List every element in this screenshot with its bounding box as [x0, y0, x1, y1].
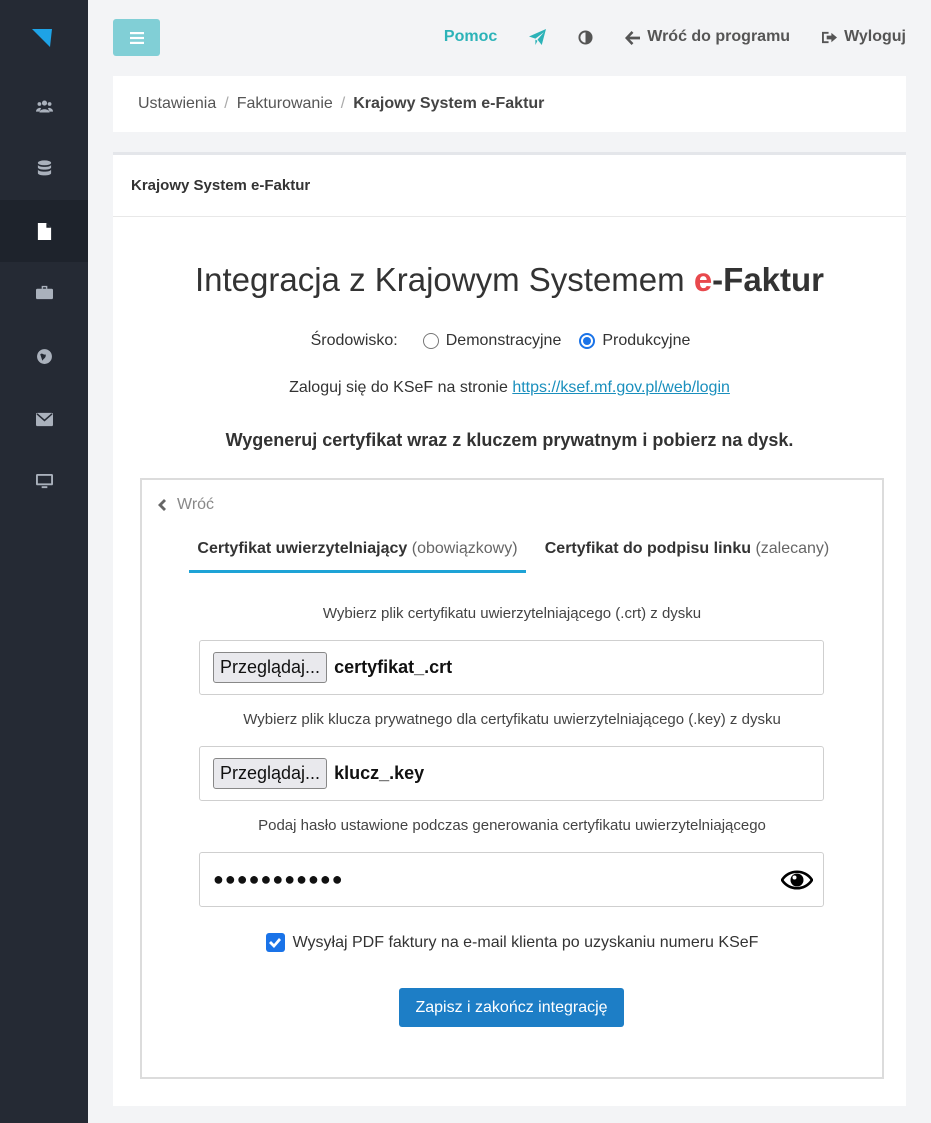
- logout-link[interactable]: Wyloguj: [822, 28, 906, 46]
- cert-file-label: Wybierz plik certyfikatu uwierzytelniają…: [322, 605, 702, 622]
- arrow-left-icon: [625, 30, 641, 45]
- password-value: ●●●●●●●●●●●: [213, 869, 344, 889]
- login-text: Zaloguj się do KSeF na stronie: [289, 379, 513, 396]
- generate-instructions: Wygeneruj certyfikat wraz z kluczem pryw…: [225, 430, 794, 450]
- sidebar-item-globe[interactable]: [0, 325, 88, 387]
- sidebar-item-users[interactable]: [0, 75, 88, 137]
- title-prefix: Integracja z Krajowym Systemem: [194, 261, 694, 298]
- sign-out-icon: [822, 31, 838, 43]
- contrast-icon: [578, 29, 593, 45]
- menu-toggle-button[interactable]: [113, 19, 160, 56]
- help-link[interactable]: Pomoc: [444, 28, 497, 46]
- title-suffix: -Faktur: [712, 261, 825, 298]
- wizard-back-link[interactable]: Wróć: [156, 496, 214, 514]
- breadcrumb-item-settings[interactable]: Ustawienia: [138, 95, 216, 113]
- key-file-label: Wybierz plik klucza prywatnego dla certy…: [243, 711, 781, 728]
- database-icon: [37, 159, 51, 175]
- key-file-input[interactable]: Przeglądaj... klucz_.key: [199, 746, 824, 801]
- sidebar-item-briefcase[interactable]: [0, 261, 88, 323]
- topbar: Pomoc Wróć do programu Wyloguj: [88, 0, 931, 76]
- chevron-left-icon: [158, 499, 166, 511]
- send-pdf-checkbox[interactable]: [265, 933, 285, 952]
- wizard-back-label: Wróć: [177, 496, 215, 513]
- env-option-production-label: Produkcyjne: [602, 332, 691, 349]
- sidebar-item-database[interactable]: [0, 137, 88, 199]
- sidebar-item-documents[interactable]: [0, 200, 88, 262]
- breadcrumb: Ustawienia / Fakturowanie / Krajowy Syst…: [113, 76, 906, 132]
- radio-production[interactable]: [579, 333, 596, 349]
- top-links: Pomoc Wróć do programu Wyloguj: [412, 28, 906, 46]
- radio-demo[interactable]: [422, 333, 439, 349]
- logout-label: Wyloguj: [844, 28, 906, 45]
- send-button[interactable]: [529, 28, 547, 46]
- env-option-production[interactable]: Produkcyjne: [579, 332, 690, 350]
- card-header: Krajowy System e-Faktur: [113, 155, 906, 217]
- tab-link-certificate-title: Certyfikat do podpisu linku: [544, 540, 751, 557]
- users-icon: [35, 100, 53, 112]
- back-to-program-label: Wróć do programu: [647, 28, 791, 45]
- save-and-finish-button[interactable]: Zapisz i zakończ integrację: [399, 988, 624, 1027]
- contrast-toggle[interactable]: [578, 29, 593, 45]
- tab-link-certificate-note: (zalecany): [755, 540, 830, 557]
- envelope-icon: [35, 412, 53, 426]
- tab-link-signature-certificate[interactable]: Certyfikat do podpisu linku (zalecany): [542, 540, 832, 573]
- key-browse-button[interactable]: Przeglądaj...: [213, 758, 328, 789]
- file-icon: [37, 222, 51, 240]
- globe-icon: [36, 348, 52, 364]
- env-option-demo[interactable]: Demonstracyjne: [422, 332, 562, 350]
- tab-auth-certificate-note: (obowiązkowy): [411, 540, 518, 557]
- login-instructions: Zaloguj się do KSeF na stronie https://k…: [113, 379, 906, 397]
- send-pdf-label: Wysyłaj PDF faktury na e-mail klienta po…: [292, 933, 759, 951]
- password-label: Podaj hasło ustawione podczas generowani…: [258, 817, 766, 834]
- eye-icon[interactable]: [781, 865, 813, 895]
- briefcase-icon: [35, 285, 53, 299]
- hamburger-icon: [129, 31, 144, 44]
- cert-file-name: certyfikat_.crt: [334, 657, 453, 677]
- environment-selector: Środowisko: Demonstracyjne Produkcyjne: [113, 332, 906, 350]
- check-icon: [269, 937, 282, 948]
- certificate-wizard: Wróć Certyfikat uwierzytelniający (obowi…: [140, 478, 884, 1079]
- key-file-name: klucz_.key: [334, 763, 425, 783]
- logo-icon[interactable]: [30, 25, 54, 49]
- cert-browse-button[interactable]: Przeglądaj...: [213, 652, 328, 683]
- send-pdf-option: Wysyłaj PDF faktury na e-mail klienta po…: [142, 933, 882, 952]
- breadcrumb-item-invoicing[interactable]: Fakturowanie: [237, 95, 333, 113]
- ksef-login-link[interactable]: https://ksef.mf.gov.pl/web/login: [512, 379, 730, 396]
- paper-plane-icon: [529, 28, 547, 45]
- cert-file-input[interactable]: Przeglądaj... certyfikat_.crt: [199, 640, 824, 695]
- environment-label: Środowisko:: [310, 332, 398, 349]
- breadcrumb-separator: /: [340, 95, 346, 112]
- password-field[interactable]: ●●●●●●●●●●●: [199, 852, 824, 907]
- monitor-icon: [35, 473, 53, 488]
- breadcrumb-item-current: Krajowy System e-Faktur: [353, 95, 545, 112]
- sidebar-item-mail[interactable]: [0, 388, 88, 450]
- sidebar: [0, 0, 88, 1123]
- tab-auth-certificate-title: Certyfikat uwierzytelniający: [197, 540, 408, 557]
- breadcrumb-separator: /: [224, 95, 229, 112]
- back-to-program-link[interactable]: Wróć do programu: [625, 28, 790, 46]
- tab-auth-certificate[interactable]: Certyfikat uwierzytelniający (obowiązkow…: [189, 540, 526, 573]
- page-title: Integracja z Krajowym Systemem e-Faktur: [113, 261, 906, 299]
- ksef-card: Krajowy System e-Faktur Integracja z Kra…: [113, 152, 906, 1106]
- env-option-demo-label: Demonstracyjne: [445, 332, 562, 349]
- title-e: e: [693, 261, 713, 298]
- sidebar-item-desktop[interactable]: [0, 450, 88, 512]
